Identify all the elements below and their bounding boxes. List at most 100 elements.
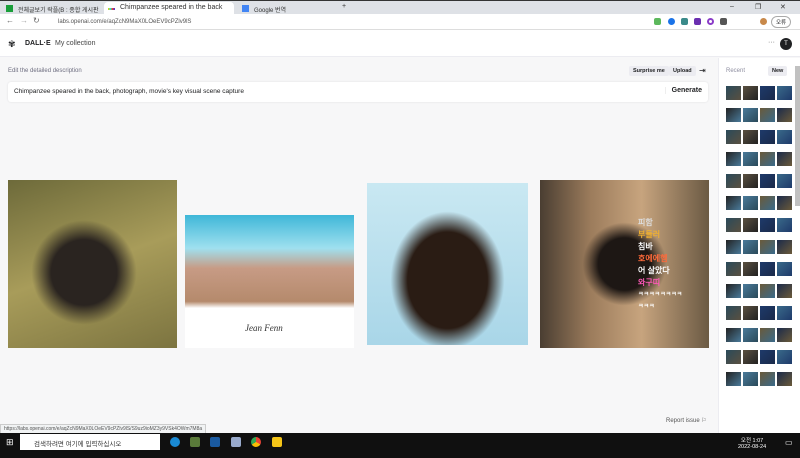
app-icon[interactable]	[231, 437, 241, 447]
profile-avatar[interactable]	[760, 18, 767, 25]
recent-thumbnail[interactable]	[726, 130, 741, 144]
maximize-button[interactable]: ❐	[755, 3, 761, 11]
recent-thumbnail[interactable]	[760, 350, 775, 364]
recent-thumbnail[interactable]	[777, 174, 792, 188]
recent-thumbnail[interactable]	[743, 86, 758, 100]
edge-icon[interactable]	[170, 437, 180, 447]
new-button[interactable]: New	[768, 66, 788, 76]
recent-thumbnail[interactable]	[777, 328, 792, 342]
recent-thumbnail[interactable]	[760, 328, 775, 342]
taskbar-search[interactable]: 검색하려면 여기에 입력하십시오	[20, 434, 160, 450]
prompt-input[interactable]: Chimpanzee speared in the back, photogra…	[8, 82, 708, 102]
recent-thumbnail[interactable]	[777, 372, 792, 386]
notification-icon[interactable]: ▭	[785, 438, 793, 447]
recent-thumbnail[interactable]	[743, 350, 758, 364]
recent-thumbnail[interactable]	[760, 196, 775, 210]
recent-thumbnail[interactable]	[726, 350, 741, 364]
generate-button[interactable]: Generate	[664, 87, 702, 94]
recent-thumbnail[interactable]	[760, 262, 775, 276]
recent-thumbnail[interactable]	[726, 328, 741, 342]
recent-thumbnail[interactable]	[743, 218, 758, 232]
recent-thumbnail[interactable]	[777, 262, 792, 276]
surprise-me-button[interactable]: Surprise me	[629, 66, 669, 76]
recent-thumbnail[interactable]	[726, 196, 741, 210]
vegas-icon[interactable]	[210, 437, 220, 447]
back-icon[interactable]: ←	[6, 16, 14, 25]
recent-thumbnail[interactable]	[726, 262, 741, 276]
recent-thumbnail[interactable]	[743, 130, 758, 144]
recent-thumbnail[interactable]	[760, 174, 775, 188]
recent-thumbnail[interactable]	[743, 372, 758, 386]
recent-thumbnail[interactable]	[743, 108, 758, 122]
chrome-icon[interactable]	[251, 437, 261, 447]
recent-thumbnail[interactable]	[760, 284, 775, 298]
recent-thumbnail[interactable]	[760, 152, 775, 166]
recent-thumbnail[interactable]	[726, 306, 741, 320]
extension-icon[interactable]	[654, 18, 661, 25]
recent-thumbnail[interactable]	[777, 108, 792, 122]
recent-thumbnail[interactable]	[760, 218, 775, 232]
more-menu-icon[interactable]: ···	[768, 39, 775, 46]
recent-thumbnail[interactable]	[743, 306, 758, 320]
recent-thumbnail[interactable]	[743, 262, 758, 276]
windows-start-icon[interactable]: ⊞	[6, 437, 14, 448]
recent-thumbnail[interactable]	[726, 152, 741, 166]
recent-thumbnail[interactable]	[777, 350, 792, 364]
generated-image-1[interactable]	[8, 180, 177, 348]
forward-icon[interactable]: →	[20, 16, 28, 25]
recent-thumbnail[interactable]	[777, 306, 792, 320]
extension-icon[interactable]	[707, 18, 714, 25]
recent-thumbnail[interactable]	[777, 240, 792, 254]
recent-thumbnail[interactable]	[726, 108, 741, 122]
user-avatar[interactable]: T	[780, 38, 792, 50]
minimize-button[interactable]: –	[730, 3, 734, 10]
recent-thumbnail[interactable]	[743, 328, 758, 342]
generated-image-2[interactable]: Jean Fenn	[185, 215, 354, 348]
extension-icon[interactable]	[668, 18, 675, 25]
recent-thumbnail[interactable]	[777, 218, 792, 232]
extension-icon[interactable]	[681, 18, 688, 25]
recent-thumbnail[interactable]	[726, 174, 741, 188]
recent-thumbnail[interactable]	[743, 240, 758, 254]
clock[interactable]: 오전 1:07 2022-08-24	[738, 436, 766, 450]
recent-thumbnail[interactable]	[760, 86, 775, 100]
recent-thumbnail[interactable]	[726, 240, 741, 254]
url-input[interactable]: labs.openai.com/e/aqZcN9MaX0LOeEV9cPZlv9…	[46, 16, 246, 28]
minecraft-icon[interactable]	[190, 437, 200, 447]
scrollbar[interactable]	[795, 66, 800, 206]
translate-icon	[242, 5, 249, 12]
prompt-text: Chimpanzee speared in the back, photogra…	[14, 88, 244, 95]
generated-image-4[interactable]: 피함 부들러 침바 호에에헴 어 살았다 와구띠 ㅋㅋㅋㅋㅋㅋㅋㅋ ㅋㅋㅋ	[540, 180, 709, 348]
file-explorer-icon[interactable]	[272, 437, 282, 447]
my-collection-link[interactable]: My collection	[55, 40, 95, 47]
recent-thumbnail[interactable]	[726, 86, 741, 100]
extension-icon[interactable]	[694, 18, 701, 25]
recent-thumbnail[interactable]	[777, 196, 792, 210]
new-tab-button[interactable]: +	[342, 3, 346, 10]
recent-thumbnail[interactable]	[777, 86, 792, 100]
recent-thumbnail[interactable]	[743, 174, 758, 188]
recent-thumbnail[interactable]	[760, 130, 775, 144]
recent-thumbnail[interactable]	[777, 284, 792, 298]
upload-button[interactable]: Upload	[669, 66, 696, 76]
brand-link[interactable]: DALL·E	[25, 40, 51, 47]
profile-button[interactable]: 오류	[771, 16, 792, 28]
close-button[interactable]: ✕	[780, 3, 786, 11]
recent-thumbnail[interactable]	[760, 372, 775, 386]
recent-thumbnail[interactable]	[760, 306, 775, 320]
report-issue-link[interactable]: Report issue ⚐	[666, 417, 707, 424]
recent-thumbnail[interactable]	[726, 284, 741, 298]
extension-icon[interactable]	[720, 18, 727, 25]
recent-thumbnail[interactable]	[743, 152, 758, 166]
reload-icon[interactable]: ↻	[33, 16, 40, 25]
recent-thumbnail[interactable]	[760, 240, 775, 254]
recent-thumbnail[interactable]	[743, 196, 758, 210]
recent-thumbnail[interactable]	[726, 372, 741, 386]
generated-image-3[interactable]	[367, 183, 528, 345]
recent-thumbnail[interactable]	[777, 152, 792, 166]
recent-thumbnail[interactable]	[726, 218, 741, 232]
recent-thumbnail[interactable]	[760, 108, 775, 122]
collapse-sidebar-icon[interactable]: ⇥	[699, 66, 706, 75]
recent-thumbnail[interactable]	[743, 284, 758, 298]
recent-thumbnail[interactable]	[777, 130, 792, 144]
